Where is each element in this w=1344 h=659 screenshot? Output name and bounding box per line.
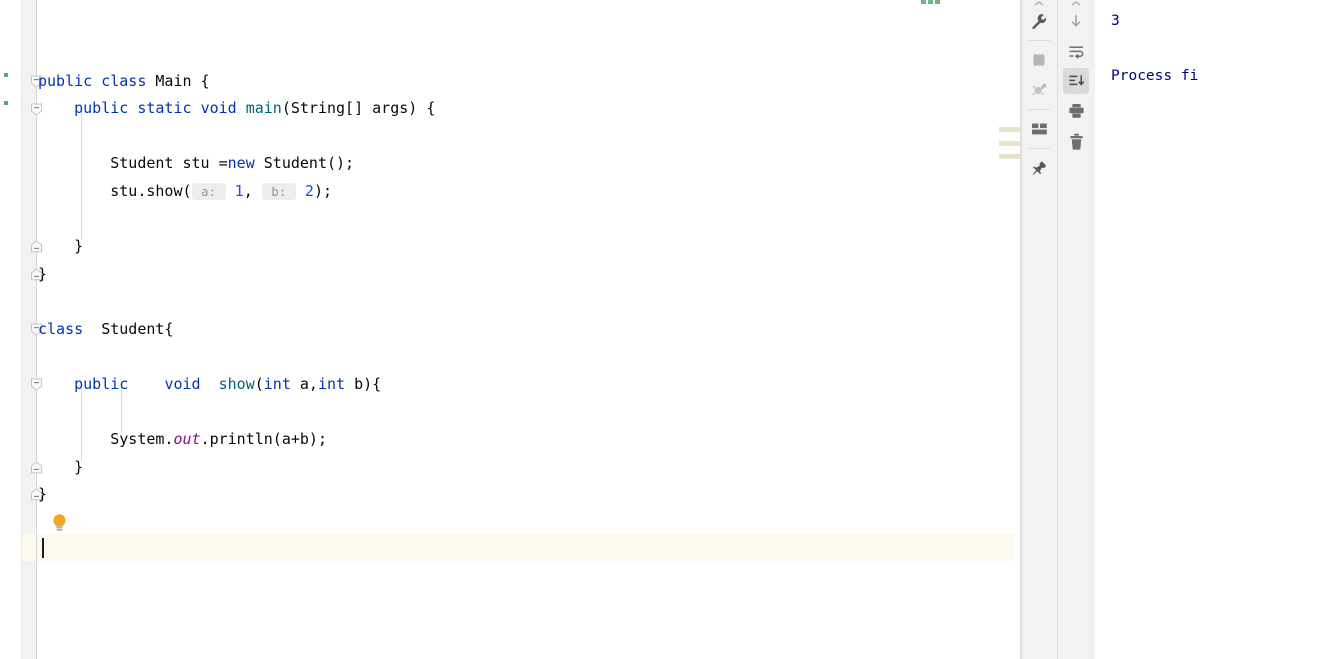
code-token-plain: System. (38, 430, 174, 448)
code-token-hint: b: (261, 183, 296, 200)
trash-icon-button[interactable] (1063, 128, 1089, 154)
code-token-plain: } (38, 265, 48, 283)
code-token-kw: public (74, 375, 129, 393)
run-console-output[interactable]: 3 Process fi (1095, 0, 1344, 659)
code-line[interactable]: } (38, 233, 83, 260)
code-token-kw: static (137, 99, 192, 117)
code-line[interactable]: } (38, 454, 83, 481)
code-token-fld: out (173, 430, 201, 448)
code-token-kw: public (74, 99, 129, 117)
code-token-kw: int (263, 375, 291, 393)
toolbar-separator (1028, 148, 1050, 149)
console-actions[interactable] (1057, 0, 1095, 659)
code-token-kw: void (200, 99, 237, 117)
code-token-kw: int (317, 375, 346, 393)
arrow-down-icon-button[interactable] (1063, 8, 1089, 34)
code-editor[interactable]: public class Main { public static void m… (0, 0, 1021, 659)
code-line[interactable]: } (38, 481, 47, 508)
wrench-icon-button[interactable] (1026, 8, 1052, 34)
inspection-dot (928, 0, 933, 4)
pin-icon-button[interactable] (1026, 155, 1052, 181)
code-token-plain: Main { (146, 72, 210, 90)
code-text[interactable]: public class Main { public static void m… (0, 0, 1021, 659)
code-token-plain: } (38, 485, 48, 503)
print-icon-button[interactable] (1063, 98, 1089, 124)
code-line[interactable]: public void show(int a,int b){ (38, 371, 381, 398)
code-token-plain: Student{ (83, 320, 174, 338)
code-token-kw: public (38, 72, 93, 90)
code-token-kw: new (227, 154, 255, 172)
run-tool-window-actions[interactable] (1021, 0, 1057, 659)
toolbar-separator (1028, 109, 1050, 110)
code-line[interactable]: } (38, 261, 47, 288)
code-token-hint: a: (191, 183, 226, 200)
code-token-plain: } (38, 237, 84, 255)
toolbar-b-scroll-hint (1063, 0, 1089, 6)
code-token-plain: b){ (345, 375, 382, 393)
code-line[interactable]: System.out.println(a+b); (38, 426, 327, 453)
toolbar-b-divider (1057, 0, 1058, 659)
inspection-dot (921, 0, 926, 4)
code-line[interactable]: public class Main { (38, 68, 210, 95)
ide-window: public class Main { public static void m… (0, 0, 1344, 659)
soft-wrap-icon-button[interactable] (1063, 38, 1089, 64)
code-token-plain: } (38, 458, 84, 476)
code-token-plain: Student(); (254, 154, 355, 172)
toolbar-a-scroll-hint (1026, 0, 1052, 6)
code-token-plain: , (243, 182, 262, 200)
code-token-mth: show (218, 375, 255, 393)
code-token-plain: stu.show( (38, 182, 192, 200)
error-stripe-marker[interactable] (999, 127, 1020, 132)
intention-lightbulb-icon[interactable] (51, 513, 68, 533)
code-token-kw: class (38, 320, 84, 338)
error-stripe-marker[interactable] (999, 141, 1020, 146)
code-token-num: 1 (234, 182, 244, 200)
rerun-failed-icon-button[interactable] (1026, 77, 1052, 103)
error-stripe-marker[interactable] (999, 154, 1020, 159)
code-line[interactable]: public static void main(String[] args) { (38, 95, 435, 122)
console-line: Process fi (1111, 68, 1199, 84)
code-token-plain: .println(a+b); (200, 430, 327, 448)
code-token-plain: (String[] args) { (281, 99, 436, 117)
code-line[interactable]: Student stu =new Student(); (38, 150, 354, 177)
layout-icon-button[interactable] (1026, 116, 1052, 142)
toolbar-a-divider (1021, 0, 1022, 659)
code-token-plain: ( (254, 375, 264, 393)
toolbar-separator (1028, 40, 1050, 41)
stop-icon-button[interactable] (1026, 47, 1052, 73)
code-line[interactable]: stu.show( a: 1, b: 2); (38, 178, 332, 205)
code-token-plain: a, (290, 375, 318, 393)
inspection-status-widget[interactable] (921, 0, 943, 6)
console-line: 3 (1111, 13, 1120, 29)
code-token-mth: main (245, 99, 282, 117)
code-token-kw: void (164, 375, 201, 393)
inspection-dot (935, 0, 940, 4)
scroll-to-end-icon-button[interactable] (1063, 68, 1089, 94)
code-token-plain: Student stu = (38, 154, 228, 172)
code-token-plain: ); (313, 182, 332, 200)
code-token-kw: class (101, 72, 147, 90)
code-line[interactable]: class Student{ (38, 316, 173, 343)
code-token-num: 2 (304, 182, 314, 200)
